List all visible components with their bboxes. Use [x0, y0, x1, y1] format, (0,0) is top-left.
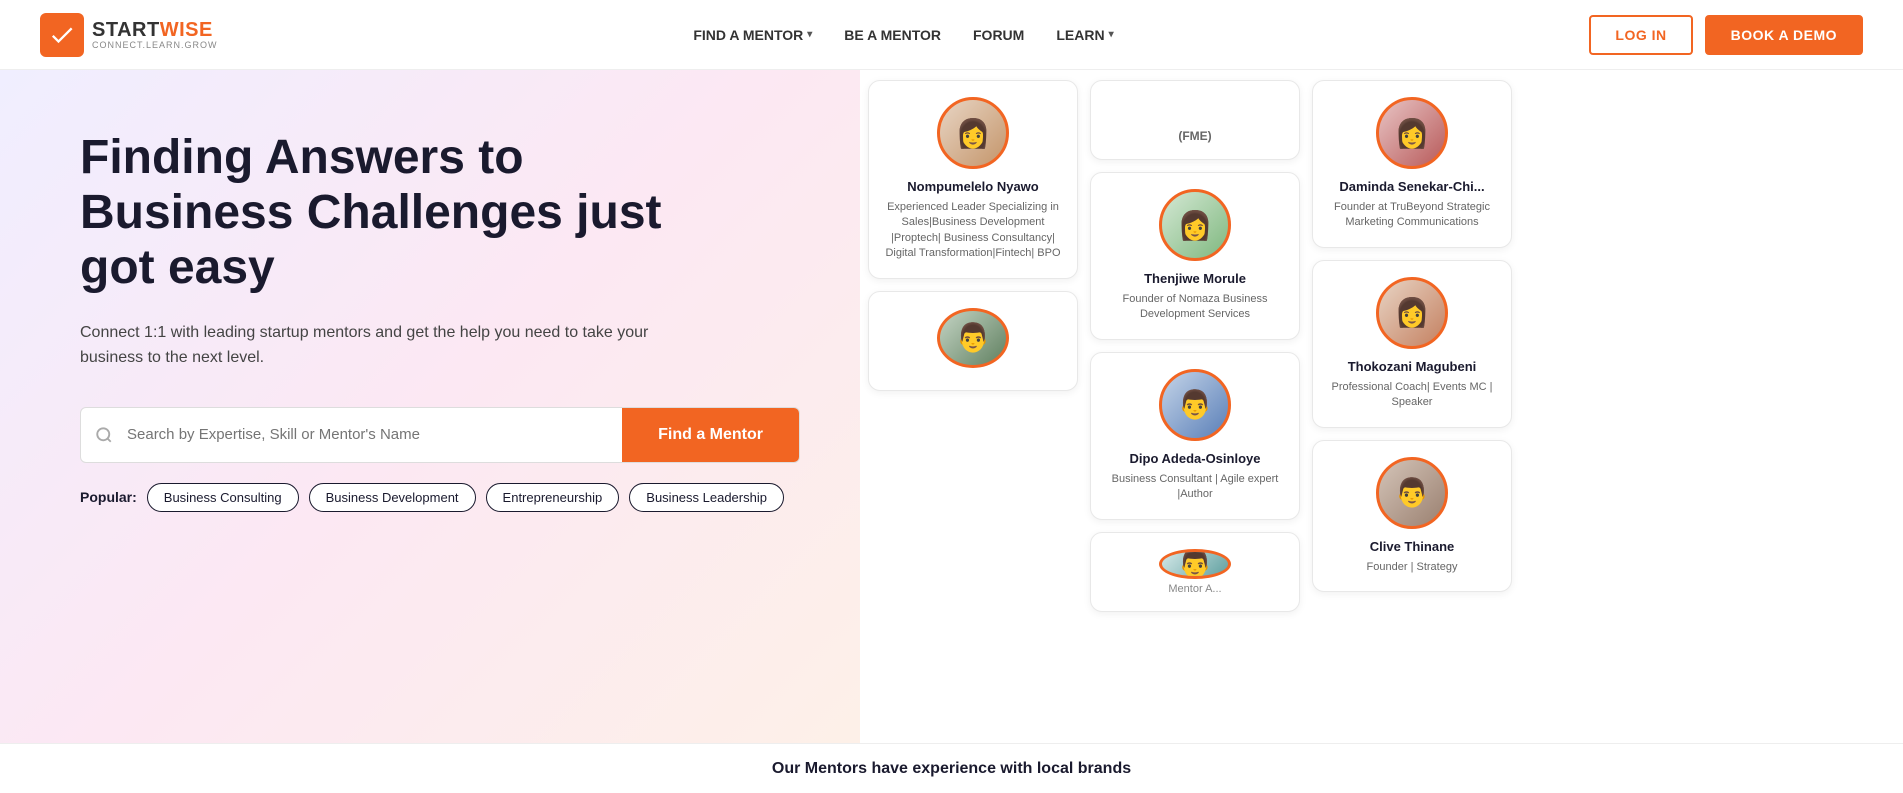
bottom-banner: Our Mentors have experience with local b…	[0, 743, 1903, 793]
mentor-name-dipo: Dipo Adeda-Osinloye	[1130, 451, 1261, 466]
mentor-card-clive[interactable]: 👨 Clive Thinane Founder | Strategy	[1312, 440, 1512, 592]
hero-section: Finding Answers to Business Challenges j…	[0, 70, 860, 743]
hero-title: Finding Answers to Business Challenges j…	[80, 130, 720, 296]
avatar-daminda: 👩	[1376, 97, 1448, 169]
mentor-desc-morule: Founder of Nomaza Business Development S…	[1105, 292, 1285, 323]
search-icon	[81, 408, 127, 462]
nav-be-mentor[interactable]: BE A MENTOR	[844, 27, 941, 43]
popular-tags: Popular: Business Consulting Business De…	[80, 483, 800, 512]
logo-tagline: CONNECT.LEARN.GROW	[92, 41, 218, 51]
main-content: Finding Answers to Business Challenges j…	[0, 70, 1903, 743]
header-actions: LOG IN BOOK A DEMO	[1589, 15, 1863, 55]
fme-label: (FME)	[1178, 129, 1211, 143]
mentor-desc-daminda: Founder at TruBeyond Strategic Marketing…	[1327, 200, 1497, 231]
mentor-column-3: 👩 Daminda Senekar-Chi... Founder at TruB…	[1312, 80, 1512, 733]
logo[interactable]: STARTWISE CONNECT.LEARN.GROW	[40, 13, 218, 57]
header: STARTWISE CONNECT.LEARN.GROW FIND A MENT…	[0, 0, 1903, 70]
search-input[interactable]	[127, 408, 622, 462]
mentor-desc-dipo: Business Consultant | Agile expert |Auth…	[1105, 472, 1285, 503]
mentor-desc-nyawo: Experienced Leader Specializing in Sales…	[883, 200, 1063, 262]
bottom-banner-text: Our Mentors have experience with local b…	[772, 760, 1131, 778]
tag-business-consulting[interactable]: Business Consulting	[147, 483, 299, 512]
mentor-name-daminda: Daminda Senekar-Chi...	[1339, 179, 1484, 194]
chevron-down-icon: ▾	[1109, 29, 1114, 40]
login-button[interactable]: LOG IN	[1589, 15, 1692, 55]
mentor-column-2: (FME) 👩 Thenjiwe Morule Founder of Nomaz…	[1090, 80, 1300, 733]
mentor-card-morule[interactable]: 👩 Thenjiwe Morule Founder of Nomaza Busi…	[1090, 172, 1300, 340]
mentor-card-partial-bottom1: 👨	[868, 291, 1078, 391]
mentors-sidebar: 👩 Nompumelelo Nyawo Experienced Leader S…	[860, 70, 1903, 743]
tag-entrepreneurship[interactable]: Entrepreneurship	[486, 483, 620, 512]
mentor-name-nyawo: Nompumelelo Nyawo	[907, 179, 1038, 194]
avatar-thokozani: 👩	[1376, 277, 1448, 349]
nav-forum[interactable]: FORUM	[973, 27, 1024, 43]
tag-business-leadership[interactable]: Business Leadership	[629, 483, 784, 512]
popular-label: Popular:	[80, 489, 137, 505]
mentor-name-clive: Clive Thinane	[1370, 539, 1455, 554]
mentor-name-partial: Mentor A...	[1168, 583, 1221, 595]
nav-find-mentor[interactable]: FIND A MENTOR ▾	[693, 27, 812, 43]
mentor-name-thokozani: Thokozani Magubeni	[1348, 359, 1477, 374]
nav-learn[interactable]: LEARN ▾	[1056, 27, 1113, 43]
mentor-card-partial-bottom2: 👨 Mentor A...	[1090, 532, 1300, 612]
mentor-desc-clive: Founder | Strategy	[1367, 560, 1458, 575]
avatar-clive: 👨	[1376, 457, 1448, 529]
avatar-dipo: 👨	[1159, 369, 1231, 441]
logo-icon	[40, 13, 84, 57]
avatar-bottom1: 👨	[937, 308, 1009, 368]
search-bar: Find a Mentor	[80, 407, 800, 463]
main-nav: FIND A MENTOR ▾ BE A MENTOR FORUM LEARN …	[693, 27, 1113, 43]
mentor-name-morule: Thenjiwe Morule	[1144, 271, 1246, 286]
mentor-card-dipo[interactable]: 👨 Dipo Adeda-Osinloye Business Consultan…	[1090, 352, 1300, 520]
avatar-nyawo: 👩	[937, 97, 1009, 169]
mentor-card-nyawo[interactable]: 👩 Nompumelelo Nyawo Experienced Leader S…	[868, 80, 1078, 279]
mentor-card-daminda[interactable]: 👩 Daminda Senekar-Chi... Founder at TruB…	[1312, 80, 1512, 248]
chevron-down-icon: ▾	[807, 29, 812, 40]
logo-text: STARTWISE CONNECT.LEARN.GROW	[92, 19, 218, 51]
avatar-bottom2: 👨	[1159, 549, 1231, 579]
mentor-column-1: 👩 Nompumelelo Nyawo Experienced Leader S…	[868, 80, 1078, 733]
avatar-morule: 👩	[1159, 189, 1231, 261]
logo-name: STARTWISE	[92, 19, 218, 41]
tag-business-development[interactable]: Business Development	[309, 483, 476, 512]
mentor-card-partial-fme: (FME)	[1090, 80, 1300, 160]
find-mentor-button[interactable]: Find a Mentor	[622, 408, 799, 462]
mentor-desc-thokozani: Professional Coach| Events MC | Speaker	[1327, 380, 1497, 411]
book-demo-button[interactable]: BOOK A DEMO	[1705, 15, 1863, 55]
hero-subtitle: Connect 1:1 with leading startup mentors…	[80, 320, 660, 371]
mentor-card-thokozani[interactable]: 👩 Thokozani Magubeni Professional Coach|…	[1312, 260, 1512, 428]
